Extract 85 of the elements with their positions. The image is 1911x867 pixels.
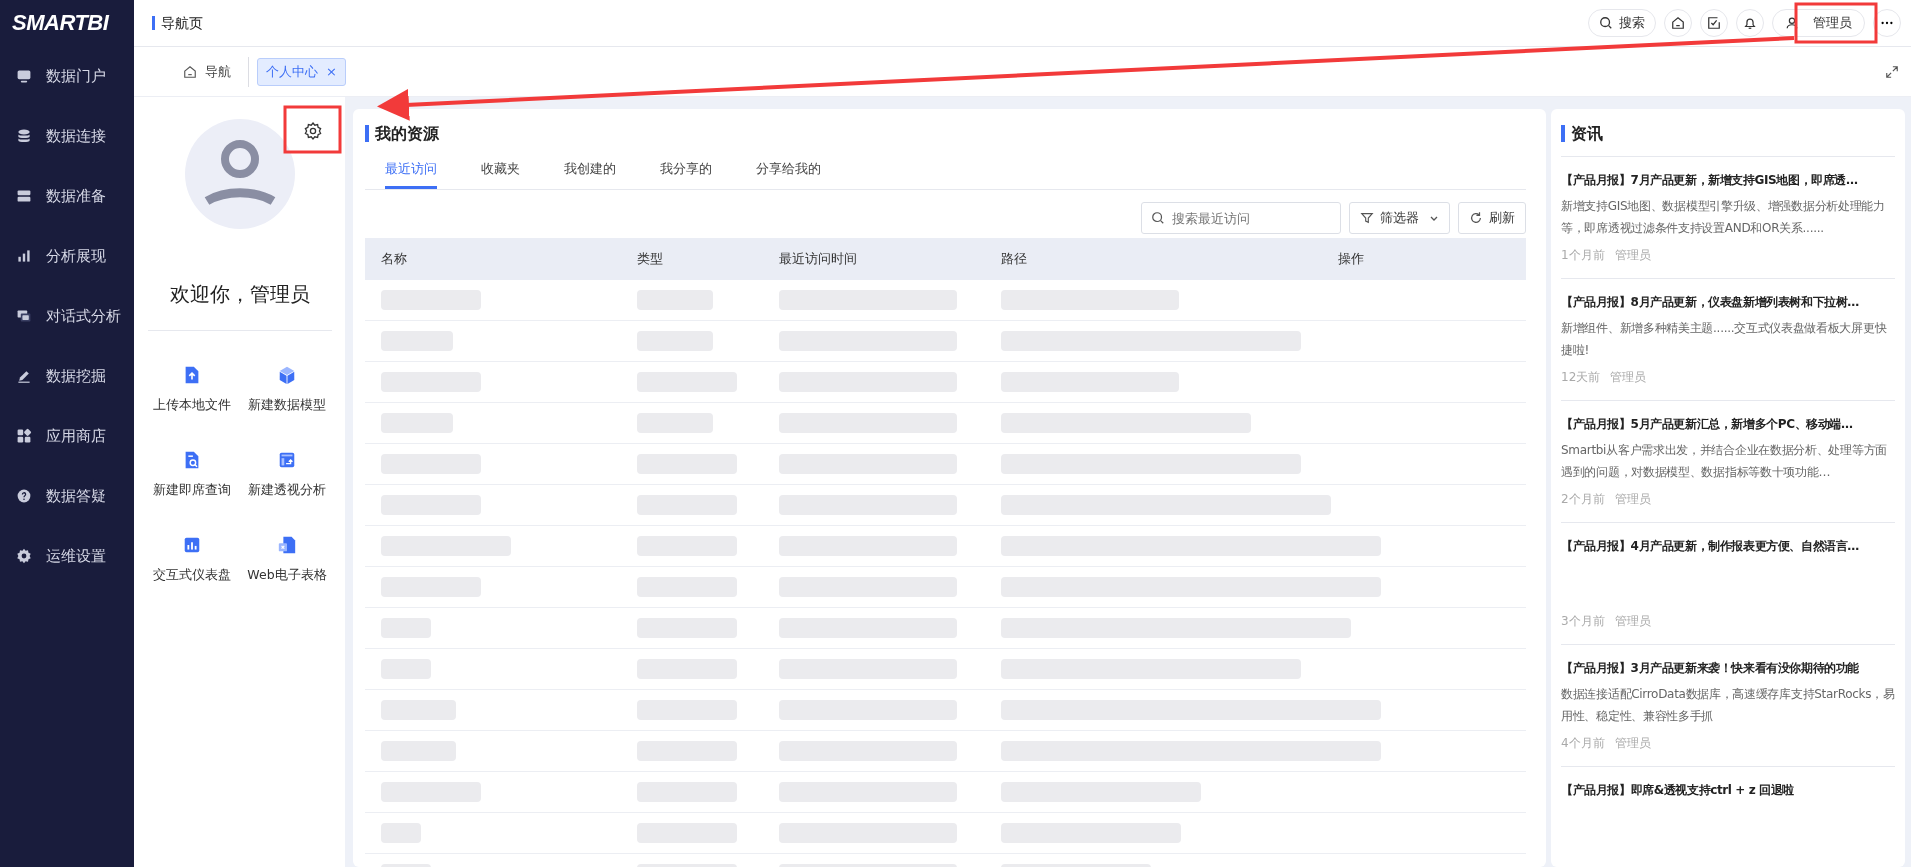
- chat-icon: [16, 308, 32, 324]
- news-title[interactable]: 【产品月报】5月产品更新汇总，新增多个PC、移动端…: [1561, 415, 1895, 433]
- checklist-icon: [1707, 16, 1721, 30]
- page-tab[interactable]: 个人中心 ×: [257, 57, 346, 86]
- column-header: 名称: [380, 250, 408, 268]
- news-summary: Smartbi从客户需求出发，并结合企业在数据分析、处理等方面遇到的问题，对数据模型、数据指标等数十项功能…: [1561, 442, 1888, 481]
- pivot-table-icon: [277, 450, 297, 470]
- sidebar-item[interactable]: 运维设置: [0, 526, 134, 586]
- resource-tab[interactable]: 我分享的: [660, 160, 712, 189]
- logo: SMARTBI: [11, 9, 111, 37]
- filter-button[interactable]: 筛选器: [1349, 202, 1450, 234]
- sidebar-item[interactable]: 对话式分析: [0, 286, 134, 346]
- quick-action[interactable]: 上传本地文件: [144, 365, 240, 414]
- search-field[interactable]: 搜索最近访问: [1141, 202, 1341, 234]
- bar-chart-icon: [182, 535, 202, 555]
- sidebar-item[interactable]: 数据连接: [0, 106, 134, 166]
- column-header: 操作: [1337, 250, 1365, 268]
- news-time: 12天前: [1561, 369, 1601, 386]
- quick-action[interactable]: 新建即席查询: [144, 450, 240, 499]
- home-icon: [1671, 16, 1685, 30]
- sidebar-item[interactable]: 数据门户: [0, 46, 134, 106]
- news-title[interactable]: 【产品月报】7月产品更新，新增支持GIS地图，即席透…: [1561, 171, 1895, 189]
- news-time: 2个月前: [1561, 491, 1605, 508]
- news-time: 1个月前: [1561, 247, 1605, 264]
- home-button[interactable]: [1664, 9, 1692, 37]
- news-author: 管理员: [1610, 369, 1647, 386]
- fullscreen-icon[interactable]: [1885, 64, 1899, 79]
- database-icon: [16, 128, 32, 144]
- column-header: 路径: [1000, 250, 1028, 268]
- annotation-box: [283, 105, 342, 154]
- section-title: 资讯: [1561, 125, 1895, 142]
- sidebar-item[interactable]: 数据准备: [0, 166, 134, 226]
- bell-icon: [1743, 16, 1757, 30]
- settings-icon[interactable]: [303, 121, 323, 141]
- server-icon: [16, 188, 32, 204]
- sidebar-item[interactable]: 应用商店: [0, 406, 134, 466]
- resource-tab[interactable]: 我创建的: [564, 160, 616, 189]
- cube-icon: [277, 365, 297, 385]
- close-icon[interactable]: ×: [326, 64, 337, 79]
- bar-chart-icon: [16, 248, 32, 264]
- welcome-text: 欢迎你，管理员: [169, 281, 310, 308]
- monitor-icon: [16, 68, 32, 84]
- user-menu-button[interactable]: 管理员: [1772, 9, 1865, 37]
- search-button[interactable]: 搜索: [1588, 9, 1656, 37]
- sidebar-item[interactable]: 数据答疑: [0, 466, 134, 526]
- sidebar-item[interactable]: 分析展现: [0, 226, 134, 286]
- refresh-button[interactable]: 刷新: [1458, 202, 1526, 234]
- news-author: 管理员: [1614, 247, 1651, 264]
- news-author: 管理员: [1614, 613, 1651, 630]
- news-summary: 数据连接适配CirroData数据库，高速缓存库支持StarRocks，易用性、稳定性、兼容性多手抓: [1561, 686, 1895, 725]
- news-title[interactable]: 【产品月报】8月产品更新，仪表盘新增列表树和下拉树…: [1561, 293, 1895, 311]
- notification-button[interactable]: [1736, 9, 1764, 37]
- news-title[interactable]: 【产品月报】3月产品更新来袭！快来看有没你期待的功能: [1561, 659, 1895, 677]
- quick-action[interactable]: Web电子表格: [239, 535, 335, 584]
- refresh-icon: [1469, 211, 1483, 225]
- search-icon: [1599, 16, 1613, 30]
- news-author: 管理员: [1614, 735, 1651, 752]
- grid-icon: [16, 428, 32, 444]
- news-summary: 新增组件、新增多种精美主题......交互式仪表盘做看板大屏更快捷啦!: [1561, 320, 1888, 359]
- page-tab[interactable]: 导航: [174, 57, 240, 86]
- quick-action[interactable]: 新建数据模型: [239, 365, 335, 414]
- resource-tab[interactable]: 分享给我的: [756, 160, 821, 189]
- section-title: 我的资源: [365, 125, 1526, 142]
- help-icon: [16, 488, 32, 504]
- news-summary: 新增支持GIS地图、数据模型引擎升级、增强数据分析处理能力等，即席透视过滤条件支持设置AND和OR关系......: [1561, 198, 1886, 237]
- pencil-icon: [16, 368, 32, 384]
- page-title: 导航页: [152, 16, 203, 30]
- news-title[interactable]: 【产品月报】4月产品更新，制作报表更方便、自然语言…: [1561, 537, 1895, 555]
- news-time: 4个月前: [1561, 735, 1605, 752]
- column-header: 最近访问时间: [778, 250, 858, 268]
- column-header: 类型: [636, 250, 664, 268]
- resource-tab[interactable]: 收藏夹: [481, 160, 520, 189]
- quick-action[interactable]: 交互式仪表盘: [144, 535, 240, 584]
- search-icon: [1151, 211, 1165, 225]
- sidebar-item[interactable]: 数据挖掘: [0, 346, 134, 406]
- news-time: 3个月前: [1561, 613, 1605, 630]
- spreadsheet-icon: [277, 535, 297, 555]
- news-title[interactable]: 【产品月报】即席&透视支持ctrl + z 回退啦: [1561, 781, 1895, 799]
- resource-tab[interactable]: 最近访问: [385, 160, 437, 189]
- quick-action[interactable]: 新建透视分析: [239, 450, 335, 499]
- settings-icon: [16, 548, 32, 564]
- news-author: 管理员: [1614, 491, 1651, 508]
- tasks-button[interactable]: [1700, 9, 1728, 37]
- filter-icon: [1360, 211, 1374, 225]
- home-icon: [183, 64, 197, 79]
